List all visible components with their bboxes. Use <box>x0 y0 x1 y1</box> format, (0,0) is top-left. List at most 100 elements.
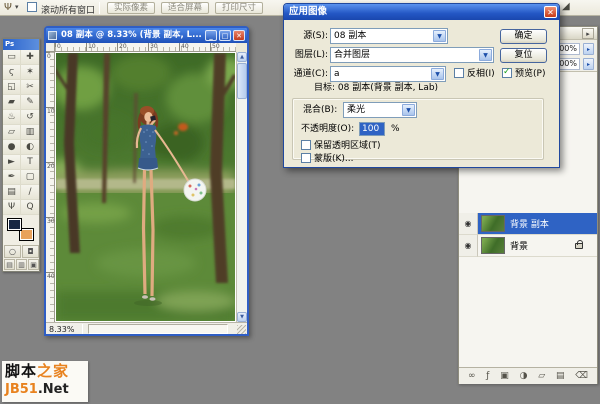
resize-grip[interactable] <box>237 325 246 334</box>
source-combobox[interactable]: 08 副本 ▼ <box>330 28 448 44</box>
rect-marquee-tool-icon[interactable]: ▭ <box>3 50 21 65</box>
canvas-photo[interactable] <box>55 52 236 322</box>
layer-row-background-copy[interactable]: ◉ 背景 副本 <box>459 213 597 235</box>
mask-checkbox[interactable] <box>301 153 311 163</box>
scroll-up-icon[interactable]: ▲ <box>237 52 247 62</box>
layer-row-background[interactable]: ◉ 背景 <box>459 235 597 257</box>
ok-button[interactable]: 确定 <box>500 29 547 44</box>
fill-spinner-icon[interactable]: ▸ <box>583 58 594 70</box>
v-tick: 20 <box>47 163 55 170</box>
scroll-down-icon[interactable]: ▼ <box>237 312 247 322</box>
status-info-field[interactable] <box>88 324 228 334</box>
scrollbar-thumb[interactable] <box>237 63 247 99</box>
new-group-icon[interactable]: ▱ <box>538 369 545 384</box>
h-tick: 50 <box>212 43 220 50</box>
scroll-all-windows-checkbox[interactable] <box>27 2 37 12</box>
type-tool-icon[interactable]: T <box>21 155 39 170</box>
zoom-level[interactable]: 8.33% <box>49 325 74 334</box>
pen-tool-icon[interactable]: ✒ <box>3 170 21 185</box>
combo-arrow-icon[interactable]: ▼ <box>402 104 415 116</box>
blur-tool-icon[interactable]: ● <box>3 140 21 155</box>
opacity-spinner-icon[interactable]: ▸ <box>583 43 594 55</box>
hand-tool-icon2[interactable]: Ψ <box>3 200 21 215</box>
combo-arrow-icon[interactable]: ▼ <box>479 49 492 61</box>
blend-groupbox: 混合(B): 柔光 ▼ 不透明度(O): 100 % 保留透明区域(T) 蒙版(… <box>292 98 544 164</box>
combo-arrow-icon[interactable]: ▼ <box>431 68 444 80</box>
dialog-close-icon[interactable]: ✕ <box>544 6 557 18</box>
preserve-transparency-checkbox[interactable] <box>301 140 311 150</box>
layer-value: 合并图层 <box>334 50 371 60</box>
layers-panel-toolbar: ∞ ƒ ▣ ◑ ▱ ▤ ⌫ <box>459 367 597 384</box>
v-tick: 30 <box>47 218 55 225</box>
toolbar-separator <box>99 2 100 14</box>
brush-tool-icon[interactable]: ✎ <box>21 95 39 110</box>
fullscreen-menu-icon[interactable]: ▥ <box>16 259 27 270</box>
layer-thumbnail[interactable] <box>481 215 505 232</box>
invert-checkbox[interactable] <box>454 68 464 78</box>
print-size-button[interactable]: 打印尺寸 <box>215 2 263 14</box>
blend-combobox[interactable]: 柔光 ▼ <box>343 102 417 118</box>
new-layer-icon[interactable]: ▤ <box>556 369 565 384</box>
layer-row-body[interactable]: 背景 副本 <box>478 213 597 235</box>
minimize-button[interactable]: _ <box>205 30 217 41</box>
healing-brush-tool-icon[interactable]: ▰ <box>3 95 21 110</box>
standard-mode-icon[interactable]: ○ <box>4 245 21 258</box>
history-brush-tool-icon[interactable]: ↺ <box>21 110 39 125</box>
opacity-input[interactable]: 100 <box>359 122 385 136</box>
vertical-ruler: 0 10 20 30 40 <box>46 52 55 322</box>
h-tick: 20 <box>119 43 127 50</box>
layer-mask-icon[interactable]: ▣ <box>500 369 509 384</box>
delete-layer-icon[interactable]: ⌫ <box>575 369 588 384</box>
dialog-title-bar[interactable]: 应用图像 ✕ <box>284 4 559 20</box>
adjustment-layer-icon[interactable]: ◑ <box>520 369 528 384</box>
eraser-tool-icon[interactable]: ▱ <box>3 125 21 140</box>
layer-style-icon[interactable]: ƒ <box>486 369 489 384</box>
v-tick: 0 <box>47 53 51 60</box>
reset-button[interactable]: 复位 <box>500 48 547 63</box>
dodge-tool-icon[interactable]: ◐ <box>21 140 39 155</box>
maximize-button[interactable]: □ <box>219 30 231 41</box>
slice-tool-icon[interactable]: ✂ <box>21 80 39 95</box>
ruler-corner <box>46 43 55 52</box>
magic-wand-tool-icon[interactable]: ✶ <box>21 65 39 80</box>
panel-menu-icon[interactable]: ▸ <box>582 28 594 39</box>
quickmask-mode-icon[interactable]: ◘ <box>22 245 39 258</box>
combo-arrow-icon[interactable]: ▼ <box>433 30 446 42</box>
shape-tool-icon[interactable]: ▢ <box>21 170 39 185</box>
channel-value: a <box>334 69 340 79</box>
clone-stamp-tool-icon[interactable]: ♨ <box>3 110 21 125</box>
fullscreen-icon[interactable]: ▣ <box>28 259 39 270</box>
eyedropper-tool-icon[interactable]: ∕ <box>21 185 39 200</box>
move-tool-icon[interactable]: ✚ <box>21 50 39 65</box>
toolbox-title[interactable]: Ps <box>3 39 39 50</box>
horizontal-ruler: 0 10 20 30 40 50 <box>55 43 236 52</box>
standard-screen-icon[interactable]: ▤ <box>4 259 15 270</box>
eye-icon[interactable]: ◉ <box>459 235 478 257</box>
channel-combobox[interactable]: a ▼ <box>330 66 446 82</box>
layer-thumbnail[interactable] <box>481 237 505 254</box>
foreground-color-swatch[interactable] <box>7 218 22 231</box>
vertical-scrollbar[interactable]: ▲ ▼ <box>236 52 247 322</box>
eye-icon[interactable]: ◉ <box>459 213 478 235</box>
path-selection-tool-icon[interactable]: ► <box>3 155 21 170</box>
gradient-tool-icon[interactable]: ▥ <box>21 125 39 140</box>
blend-label: 混合(B): <box>303 105 338 115</box>
notes-tool-icon[interactable]: ▤ <box>3 185 21 200</box>
color-swatches <box>3 215 39 245</box>
hand-tool-icon[interactable]: Ψ <box>4 2 12 13</box>
caret-down-icon[interactable]: ▾ <box>15 3 19 11</box>
actual-pixels-button[interactable]: 实际像素 <box>107 2 155 14</box>
apply-image-dialog: 应用图像 ✕ 源(S): 08 副本 ▼ 图层(L): 合并图层 ▼ 通道(C)… <box>283 3 560 168</box>
document-title-bar[interactable]: 08 副本 @ 8.33% (背景 副本, L... _ □ ✕ <box>46 28 247 43</box>
link-layers-icon[interactable]: ∞ <box>468 369 476 384</box>
lasso-tool-icon[interactable]: ϛ <box>3 65 21 80</box>
layer-combobox[interactable]: 合并图层 ▼ <box>330 47 494 63</box>
zoom-tool-icon[interactable]: Q <box>21 200 39 215</box>
crop-tool-icon[interactable]: ◱ <box>3 80 21 95</box>
document-icon <box>48 31 57 40</box>
close-button[interactable]: ✕ <box>233 30 245 41</box>
fit-screen-button[interactable]: 适合屏幕 <box>161 2 209 14</box>
palette-well-icon[interactable]: ◢ <box>562 1 570 12</box>
h-tick: 10 <box>88 43 96 50</box>
layer-row-body[interactable]: 背景 <box>478 235 597 257</box>
